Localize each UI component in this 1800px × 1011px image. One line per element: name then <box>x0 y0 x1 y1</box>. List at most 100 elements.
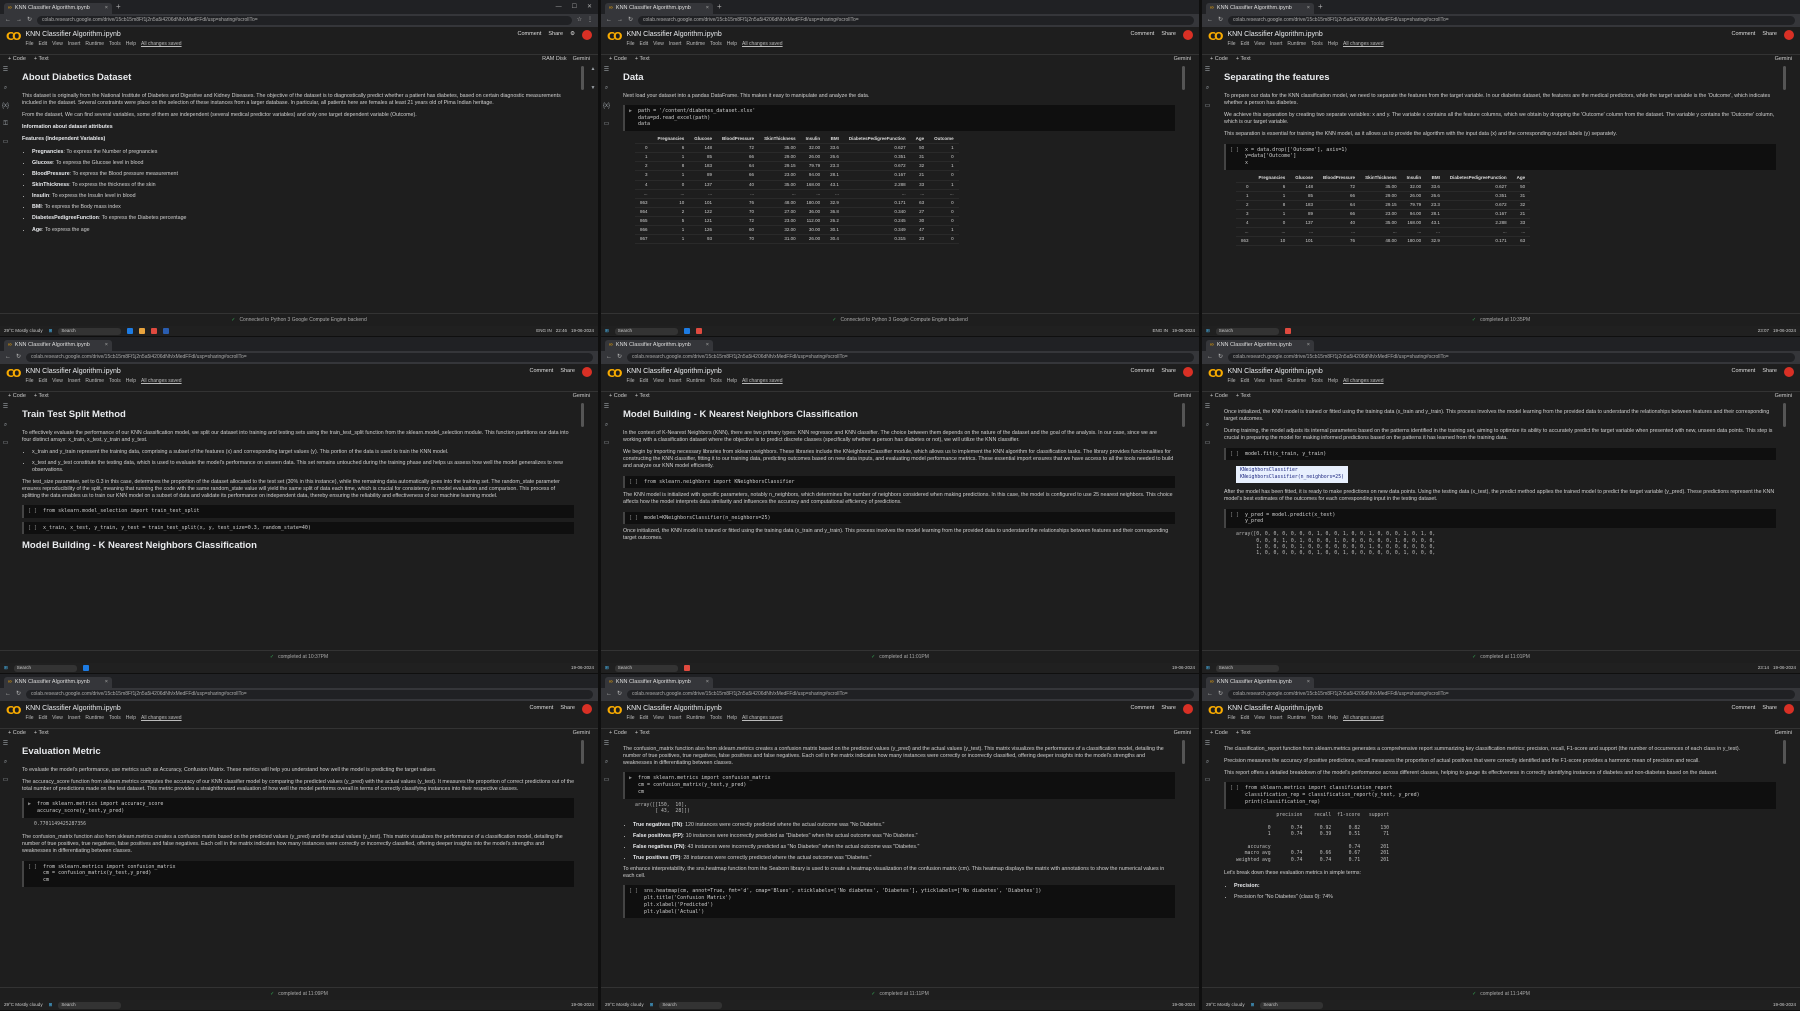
toc-icon[interactable]: ☰ <box>1205 740 1210 748</box>
bookmark-star-icon[interactable]: ☆ <box>577 16 582 24</box>
add-text-button[interactable]: + Text <box>34 56 49 63</box>
code-cell[interactable]: [ ] model=KNeighborsClassifier(n_neighbor… <box>623 511 1175 525</box>
taskbar-search[interactable]: Search <box>659 1001 723 1009</box>
chrome-app-icon[interactable] <box>151 328 158 334</box>
add-text-button[interactable]: + Text <box>635 393 650 400</box>
menu-insert[interactable]: Insert <box>1270 41 1283 48</box>
taskbar-search[interactable]: Search <box>1215 327 1279 335</box>
folder-icon[interactable]: ▭ <box>1205 439 1211 447</box>
comment-button[interactable]: Comment <box>1130 705 1154 712</box>
menu-tools[interactable]: Tools <box>1311 715 1323 722</box>
toc-icon[interactable]: ☰ <box>1205 66 1210 74</box>
browser-tab[interactable]: ∞ KNN Classifier Algorithm.ipynb × <box>605 3 713 14</box>
avatar[interactable] <box>582 367 592 377</box>
variables-icon[interactable]: {x} <box>2 102 9 110</box>
code-cell[interactable]: [ ] from sklearn.metrics import classific… <box>1224 782 1776 809</box>
app-icon[interactable] <box>127 328 134 334</box>
menu-help[interactable]: Help <box>126 378 136 385</box>
key-icon[interactable]: ⚿ <box>3 120 8 128</box>
menu-tools[interactable]: Tools <box>710 41 722 48</box>
url-field[interactable]: colab.research.google.com/drive/15cb15m8… <box>37 16 572 25</box>
toc-icon[interactable]: ☰ <box>3 403 8 411</box>
code-cell[interactable]: [ ] y_pred = model.predict(x_test) y_pred <box>1224 508 1776 529</box>
toc-icon[interactable]: ☰ <box>1205 403 1210 411</box>
comment-button[interactable]: Comment <box>518 31 542 38</box>
saved-status[interactable]: All changes saved <box>141 715 182 722</box>
saved-status[interactable]: All changes saved <box>1343 715 1384 722</box>
run-cell-icon[interactable]: [ ] <box>1230 785 1239 805</box>
menu-insert[interactable]: Insert <box>669 378 682 385</box>
windows-start-icon[interactable]: ⊞ <box>49 328 53 334</box>
app-icon[interactable] <box>683 328 690 334</box>
code-text[interactable]: from sklearn.metrics import accuracy_sco… <box>37 801 163 815</box>
weather-widget[interactable]: 29°C Mostly cloudy <box>4 328 43 334</box>
minimize-button[interactable]: — <box>556 3 562 11</box>
close-tab-icon[interactable]: × <box>105 679 108 686</box>
folder-icon[interactable]: ▭ <box>3 776 9 784</box>
code-cell[interactable]: [ ] from sklearn.model_selection import t… <box>22 504 574 518</box>
scrollbar[interactable] <box>1182 66 1185 90</box>
reload-icon[interactable]: ↻ <box>617 690 622 698</box>
code-text[interactable]: y_pred = model.predict(x_test) y_pred <box>1245 512 1335 526</box>
add-text-button[interactable]: + Text <box>635 730 650 737</box>
menu-insert[interactable]: Insert <box>669 41 682 48</box>
notebook-title[interactable]: KNN Classifier Algorithm.ipynb <box>25 367 181 376</box>
search-icon[interactable]: ⌕ <box>1206 758 1209 766</box>
code-cell[interactable]: ▶ path = '/content/diabetes_dataset.xlsx'… <box>623 104 1175 132</box>
maximize-button[interactable]: ☐ <box>572 3 577 11</box>
menu-view[interactable]: View <box>52 378 63 385</box>
gemini-button[interactable]: Gemini <box>1775 393 1792 400</box>
folder-app-icon[interactable] <box>139 328 146 334</box>
windows-start-icon[interactable]: ⊞ <box>605 665 609 671</box>
notebook-title[interactable]: KNN Classifier Algorithm.ipynb <box>1227 367 1383 376</box>
search-icon[interactable]: ⌕ <box>605 421 608 429</box>
toc-icon[interactable]: ☰ <box>3 66 8 74</box>
close-tab-icon[interactable]: × <box>706 5 709 12</box>
menu-help[interactable]: Help <box>727 41 737 48</box>
menu-view[interactable]: View <box>653 378 664 385</box>
menu-runtime[interactable]: Runtime <box>1287 715 1306 722</box>
notebook-title[interactable]: KNN Classifier Algorithm.ipynb <box>1227 704 1383 713</box>
menu-help[interactable]: Help <box>1328 715 1338 722</box>
menu-file[interactable]: File <box>626 715 634 722</box>
menu-insert[interactable]: Insert <box>68 715 81 722</box>
reload-icon[interactable]: ↻ <box>16 690 21 698</box>
taskbar-search[interactable]: Search <box>1215 664 1279 672</box>
menu-file[interactable]: File <box>25 378 33 385</box>
close-tab-icon[interactable]: × <box>1307 679 1310 686</box>
code-cell[interactable]: [ ] model.fit(x_train, y_train) <box>1224 447 1776 461</box>
back-icon[interactable]: ← <box>1207 16 1213 24</box>
share-button[interactable]: Share <box>1762 705 1777 712</box>
windows-start-icon[interactable]: ⊞ <box>1206 328 1210 334</box>
avatar[interactable] <box>1183 367 1193 377</box>
search-icon[interactable]: ⌕ <box>1206 84 1209 92</box>
code-text[interactable]: from sklearn.model_selection import trai… <box>43 508 200 515</box>
menu-view[interactable]: View <box>653 41 664 48</box>
search-icon[interactable]: ⌕ <box>4 84 7 92</box>
add-text-button[interactable]: + Text <box>1236 393 1251 400</box>
menu-insert[interactable]: Insert <box>669 715 682 722</box>
saved-status[interactable]: All changes saved <box>141 41 182 48</box>
clock-time[interactable]: 23:14 <box>1758 665 1769 671</box>
menu-tools[interactable]: Tools <box>109 378 121 385</box>
menu-help[interactable]: Help <box>1328 378 1338 385</box>
gemini-button[interactable]: Gemini <box>1775 56 1792 63</box>
notebook-title[interactable]: KNN Classifier Algorithm.ipynb <box>1227 30 1383 39</box>
menu-edit[interactable]: Edit <box>640 378 649 385</box>
menu-edit[interactable]: Edit <box>1241 378 1250 385</box>
menu-tools[interactable]: Tools <box>109 715 121 722</box>
run-cell-icon[interactable]: [ ] <box>1230 451 1239 458</box>
code-cell[interactable]: [ ] sns.heatmap(cm, annot=True, fmt='d', … <box>623 885 1175 919</box>
run-cell-icon[interactable]: [ ] <box>1230 512 1239 526</box>
close-tab-icon[interactable]: × <box>1307 342 1310 349</box>
close-tab-icon[interactable]: × <box>706 342 709 349</box>
share-button[interactable]: Share <box>1762 31 1777 38</box>
avatar[interactable] <box>1784 367 1794 377</box>
toc-icon[interactable]: ☰ <box>604 66 609 74</box>
browser-tab[interactable]: ∞ KNN Classifier Algorithm.ipynb × <box>605 340 713 351</box>
code-text[interactable]: sns.heatmap(cm, annot=True, fmt='d', cma… <box>644 888 1041 915</box>
menu-edit[interactable]: Edit <box>1241 715 1250 722</box>
menu-file[interactable]: File <box>25 41 33 48</box>
folder-icon[interactable]: ▭ <box>3 439 9 447</box>
code-cell[interactable]: [ ] from sklearn.metrics import confusion… <box>22 860 574 887</box>
